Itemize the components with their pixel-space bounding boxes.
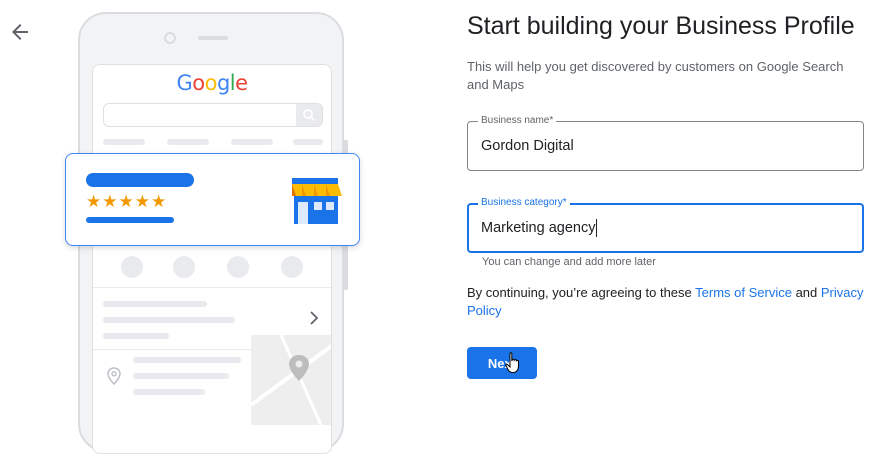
- placeholder-line: [103, 333, 169, 339]
- business-category-field[interactable]: Business category*: [467, 196, 864, 253]
- placeholder-line: [293, 139, 323, 145]
- phone-icon: [121, 256, 143, 278]
- placeholder-line: [167, 139, 209, 145]
- search-box-illustration: [103, 103, 323, 127]
- placeholder-line: [133, 373, 229, 379]
- placeholder-bar: [86, 217, 174, 223]
- phone-camera: [164, 32, 176, 44]
- google-logo: Google: [176, 71, 248, 95]
- search-icon: [303, 109, 315, 121]
- page-title: Start building your Business Profile: [467, 12, 855, 40]
- placeholder-line: [231, 139, 273, 145]
- placeholder-bar: [86, 173, 194, 187]
- back-button[interactable]: [8, 20, 32, 44]
- category-helper-text: You can change and add more later: [482, 256, 656, 268]
- placeholder-line: [133, 357, 241, 363]
- business-category-input[interactable]: [481, 205, 841, 251]
- arrow-back-icon: [12, 24, 28, 40]
- placeholder-line: [103, 317, 235, 323]
- bookmark-icon: [227, 256, 249, 278]
- star-rating: ★★★★★: [86, 192, 168, 211]
- text-caret: [596, 219, 597, 237]
- website-icon: [281, 256, 303, 278]
- page-subtitle: This will help you get discovered by cus…: [467, 59, 844, 92]
- business-card-illustration: ★★★★★: [65, 153, 360, 246]
- terms-notice: By continuing, you’re agreeing to these …: [467, 285, 864, 318]
- business-name-input[interactable]: [481, 122, 841, 170]
- phone-screen: Google: [92, 64, 332, 454]
- divider: [93, 287, 331, 288]
- directions-icon: [173, 256, 195, 278]
- phone-speaker: [198, 36, 228, 40]
- placeholder-line: [133, 389, 205, 395]
- location-pin-icon: [107, 367, 121, 385]
- placeholder-line: [103, 301, 207, 307]
- chevron-right-icon: [310, 311, 319, 325]
- placeholder-line: [103, 139, 145, 145]
- terms-of-service-link[interactable]: Terms of Service: [695, 285, 792, 300]
- storefront-icon: [292, 178, 342, 224]
- map-thumbnail: [251, 335, 331, 425]
- business-name-field[interactable]: Business name*: [467, 114, 864, 171]
- next-button[interactable]: Next: [467, 347, 537, 379]
